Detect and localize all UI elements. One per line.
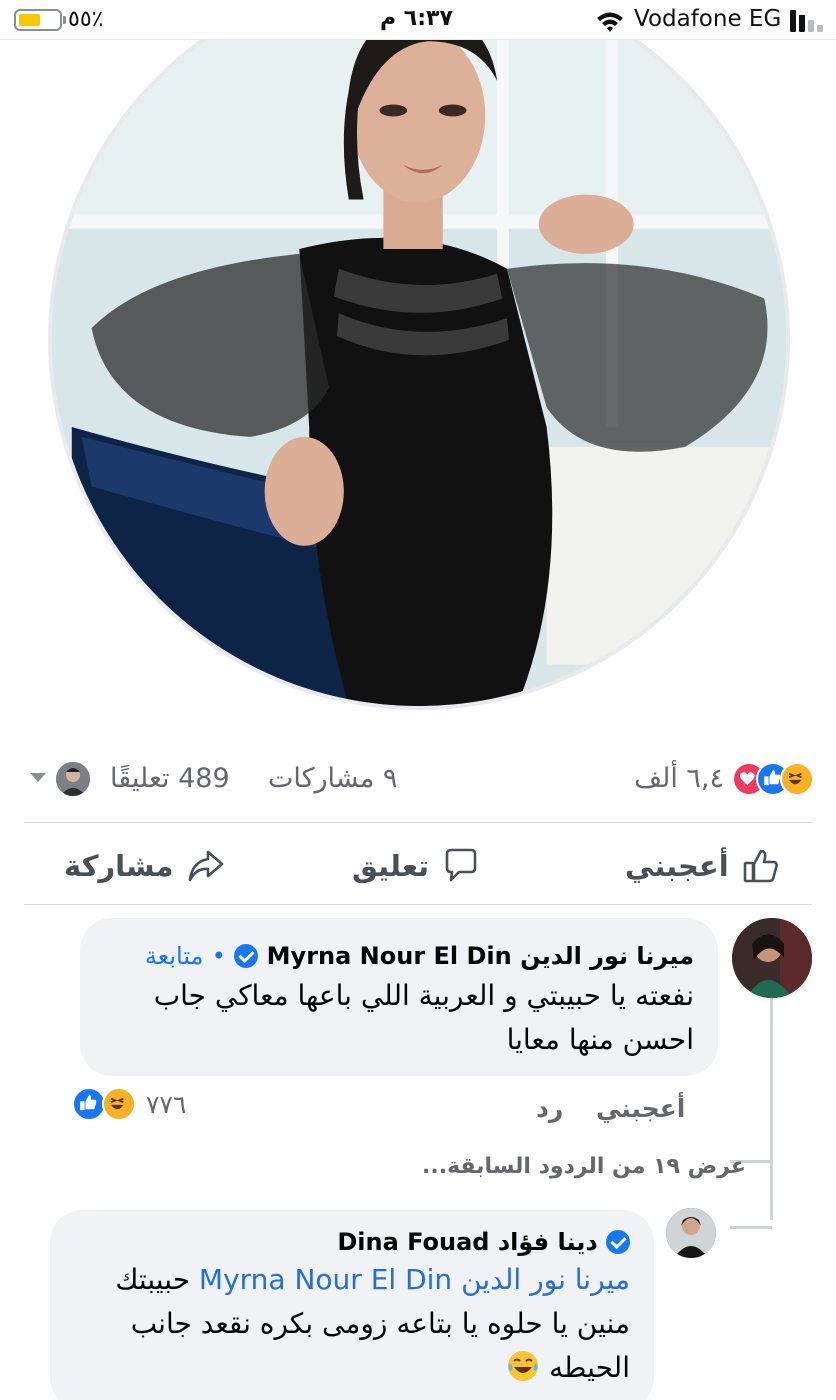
like-button[interactable]: أعجبني <box>625 840 781 892</box>
reply-text-segment: الحيطه <box>549 1351 630 1384</box>
reply-author-name-en[interactable]: Dina Fouad <box>337 1228 489 1256</box>
reply-text-line: ميرنا نور الدين Myrna Nour El Din حبيبتك <box>74 1258 630 1302</box>
reply-author-name-ar[interactable]: دينا فؤاد <box>498 1228 598 1256</box>
reply-bubble[interactable]: دينا فؤاد Dina Fouad ميرنا نور الدين Myr… <box>50 1210 654 1400</box>
reply-text-line: الحيطه <box>74 1346 630 1390</box>
follow-link[interactable]: متابعة <box>145 942 204 970</box>
like-icon <box>72 1087 106 1121</box>
comment-reactions-count[interactable]: ٧٧٦ <box>146 1090 186 1119</box>
divider <box>24 904 812 905</box>
comment-bubble[interactable]: ميرنا نور الدين Myrna Nour El Din • متاب… <box>80 918 718 1076</box>
comment-author-name-en[interactable]: Myrna Nour El Din <box>267 942 512 970</box>
signal-icon <box>790 10 824 32</box>
profile-photo[interactable] <box>48 40 790 710</box>
haha-icon <box>102 1087 136 1121</box>
divider <box>24 822 812 823</box>
reply-text-segment: حبيبتك <box>115 1263 191 1296</box>
comment-like-link[interactable]: أعجبني <box>596 1094 685 1123</box>
battery-percent: ٪٥٥ <box>68 7 104 32</box>
reaction-icons[interactable] <box>732 762 816 798</box>
comment-reaction-icons[interactable] <box>72 1087 142 1121</box>
battery-icon <box>14 9 62 31</box>
comment-reply-link[interactable]: رد <box>536 1094 563 1123</box>
thread-line <box>770 998 773 1220</box>
comment-author-name-ar[interactable]: ميرنا نور الدين <box>520 942 694 970</box>
reply-text-line: منين يا حلوه يا بتاعه زومى بكره نقعد جان… <box>130 1307 630 1340</box>
wifi-icon <box>597 12 623 32</box>
shares-count[interactable]: ٩ مشاركات <box>268 763 397 794</box>
reactions-count[interactable]: ٦,٤ ألف <box>634 763 724 794</box>
chevron-down-icon[interactable] <box>30 773 46 782</box>
comment-button[interactable]: تعليق <box>352 840 481 892</box>
profile-photo-circle <box>48 40 790 710</box>
replier-avatar[interactable] <box>666 1208 716 1258</box>
thumbs-up-icon <box>743 849 778 883</box>
comment-button-label: تعليق <box>352 849 430 883</box>
reply-author-row: دينا فؤاد Dina Fouad <box>74 1228 630 1256</box>
tears-of-joy-emoji-icon <box>508 1351 539 1381</box>
share-button-label: مشاركة <box>64 849 174 883</box>
reply-mention-link[interactable]: ميرنا نور الدين Myrna Nour El Din <box>199 1263 630 1296</box>
battery-cap <box>63 16 66 24</box>
comment-icon <box>445 848 477 882</box>
haha-icon <box>780 762 814 796</box>
thread-branch <box>730 1226 772 1229</box>
comment-text-line: احسن منها معايا <box>506 1023 694 1056</box>
profile-photo-image <box>52 40 786 706</box>
verified-icon <box>234 944 259 968</box>
comments-count[interactable]: 489 تعليقًا <box>110 763 230 794</box>
verified-icon <box>606 1230 630 1254</box>
commenter-avatar[interactable] <box>732 918 812 998</box>
status-bar: ٪٥٥ ٦:٣٧ م Vodafone EG <box>0 0 836 40</box>
separator-dot: • <box>211 942 226 970</box>
viewer-avatar[interactable] <box>56 762 90 796</box>
status-time: ٦:٣٧ م <box>380 6 453 31</box>
post-reactions-summary: ٦,٤ ألف ٩ مشاركات 489 تعليقًا <box>30 755 816 805</box>
battery-level <box>19 14 40 26</box>
comment-author-row: ميرنا نور الدين Myrna Nour El Din • متاب… <box>104 942 694 970</box>
comment-text-line: نفعته يا حبيبتي و العربية اللي باعها معا… <box>153 979 694 1012</box>
view-previous-replies[interactable]: عرض ١٩ من الردود السابقة... <box>422 1154 746 1179</box>
like-button-label: أعجبني <box>625 849 729 883</box>
share-icon <box>188 850 223 882</box>
share-button[interactable]: مشاركة <box>64 840 226 892</box>
carrier-name: Vodafone EG <box>634 6 782 32</box>
